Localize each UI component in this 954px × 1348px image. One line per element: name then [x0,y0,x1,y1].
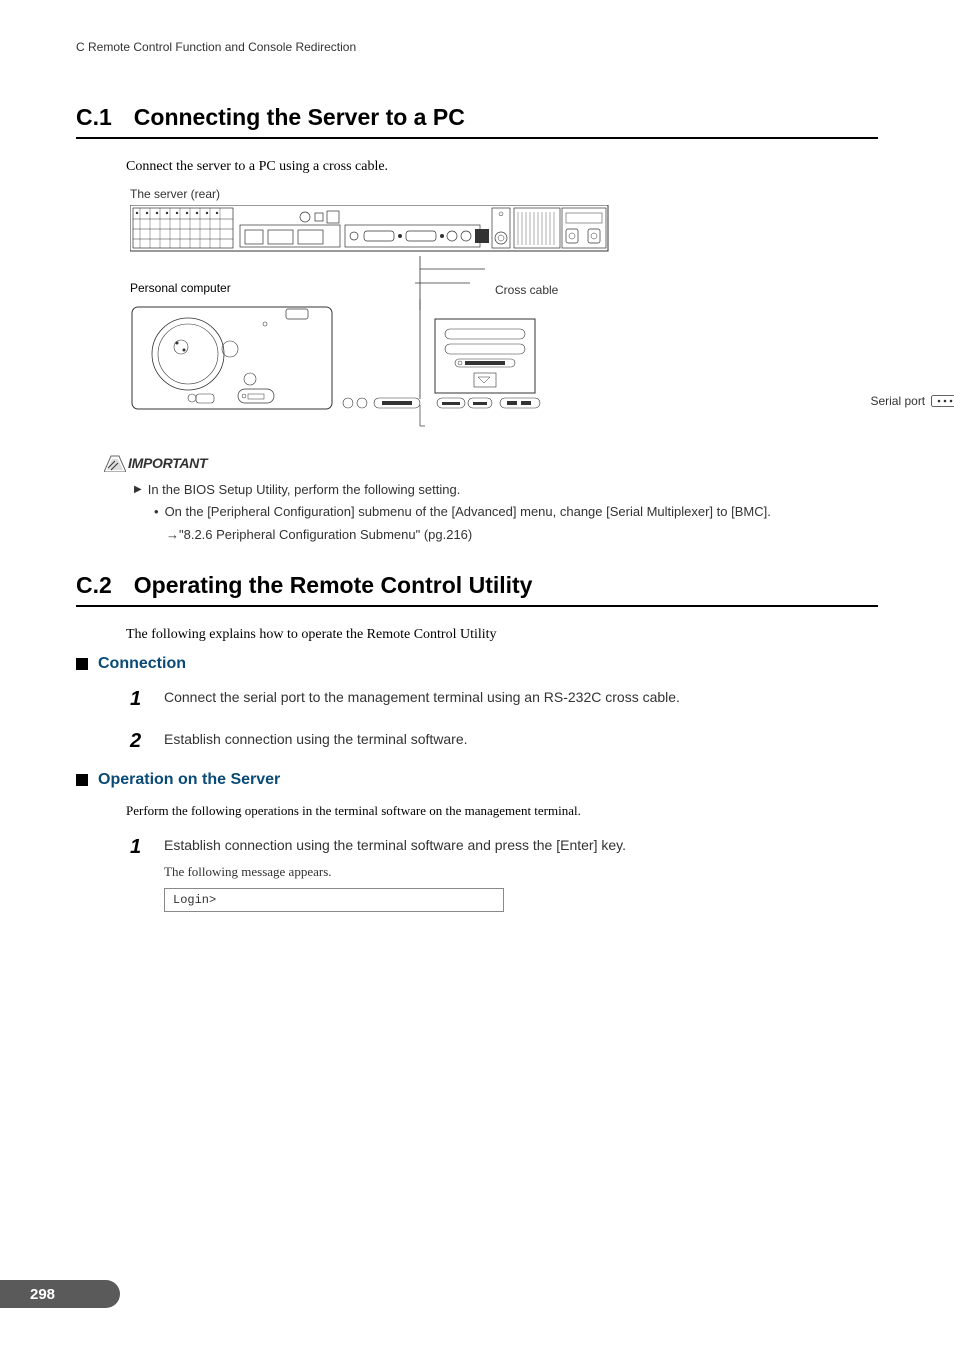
important-label: IMPORTANT [128,455,207,471]
important-header: IMPORTANT [104,454,207,472]
square-icon [76,774,88,786]
section-c1-text: Connecting the Server to a PC [134,104,465,130]
important-sub-2: →"8.2.6 Peripheral Configuration Submenu… [166,525,878,545]
server-rear-label: The server (rear) [130,187,878,201]
pc-label: Personal computer [130,281,415,295]
section-c1-num: C.1 [76,104,112,131]
important-item-1: ▶ In the BIOS Setup Utility, perform the… [134,482,878,497]
bullet-icon: • [154,504,159,519]
connection-step-2-text: Establish connection using the terminal … [164,729,468,753]
important-sub-1: •On the [Peripheral Configuration] subme… [154,502,878,522]
important-item-1-text: In the BIOS Setup Utility, perform the f… [148,482,461,497]
step-number-1: 1 [130,835,148,882]
section-c2-title: C.2 Operating the Remote Control Utility [76,572,878,607]
op-server-header: Operation on the Server [76,771,878,789]
important-icon [104,454,126,472]
op-server-step-1: 1 Establish connection using the termina… [130,835,878,882]
connection-step-2: 2 Establish connection using the termina… [130,729,878,753]
c2-intro: The following explains how to operate th… [126,627,878,643]
op-server-intro: Perform the following operations in the … [126,803,878,819]
op-server-step-1-text: Establish connection using the terminal … [164,835,626,856]
important-callout: IMPORTANT ▶ In the BIOS Setup Utility, p… [104,454,878,544]
code-login: Login> [164,888,504,912]
op-server-header-text: Operation on the Server [98,771,280,789]
page-number: 298 [0,1280,120,1308]
server-rear-illustration: ⏻ [130,205,610,255]
c1-intro: Connect the server to a PC using a cross… [126,159,878,175]
breadcrumb: C Remote Control Function and Console Re… [76,40,878,54]
connection-header-text: Connection [98,655,186,673]
connection-header: Connection [76,655,878,673]
square-icon [76,658,88,670]
section-c2-text: Operating the Remote Control Utility [134,572,533,598]
triangle-icon: ▶ [134,484,142,497]
step-number-1: 1 [130,687,148,711]
section-c2-num: C.2 [76,572,112,599]
serial-port-label-2: Serial port [870,394,954,408]
diagram-c1: The server (rear) [130,187,878,434]
step-number-2: 2 [130,729,148,753]
connection-step-1-text: Connect the serial port to the managemen… [164,687,680,711]
serial-port-icon [931,395,954,407]
cross-cable-line [415,282,495,284]
section-c1-title: C.1 Connecting the Server to a PC [76,104,878,139]
connection-step-1: 1 Connect the serial port to the managem… [130,687,878,711]
svg-text:⏻: ⏻ [499,211,504,218]
pc-illustration [130,299,570,429]
cross-cable-label: Cross cable [495,283,558,297]
op-server-step-1-sub: The following message appears. [164,862,626,882]
